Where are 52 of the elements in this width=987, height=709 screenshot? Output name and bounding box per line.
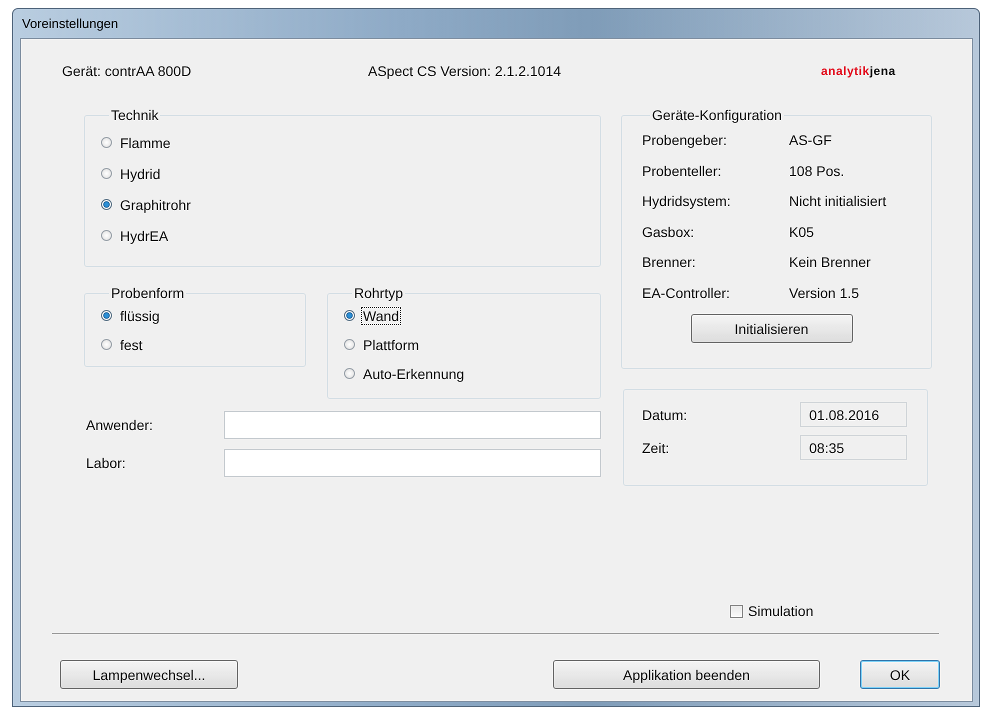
config-value: AS-GF <box>789 132 832 148</box>
field-label: Anwender: <box>85 417 154 433</box>
config-value: Nicht initialisiert <box>789 193 886 210</box>
radio-option[interactable]: Flamme <box>101 127 584 158</box>
logo: analytikjena <box>821 64 896 78</box>
window-title: Voreinstellungen <box>21 16 118 31</box>
input-field[interactable] <box>224 411 601 439</box>
config-value: Version 1.5 <box>789 284 860 301</box>
radio-button[interactable] <box>101 199 112 210</box>
config-label: Probengeber: <box>642 132 728 148</box>
radio-button[interactable] <box>101 310 112 321</box>
version-label: ASpect CS Version: 2.1.2.1014 <box>368 63 562 79</box>
device-label: Gerät: contrAA 800D <box>62 63 192 79</box>
config-value: K05 <box>789 224 814 240</box>
group-title: Rohrtyp <box>353 285 404 301</box>
radio-button[interactable] <box>344 339 355 350</box>
radio-button[interactable] <box>101 230 112 241</box>
radio-option[interactable]: HydrEA <box>101 220 584 251</box>
dialog-button[interactable]: Applikation beenden <box>553 660 820 689</box>
radio-option[interactable]: fest <box>101 330 289 359</box>
radio-button[interactable] <box>101 168 112 179</box>
radio-option[interactable]: Plattform <box>344 330 584 359</box>
input-field[interactable] <box>224 449 601 477</box>
group-title: Technik <box>110 107 160 123</box>
initialize-button[interactable]: Initialisieren <box>690 314 852 343</box>
radio-button[interactable] <box>344 368 355 379</box>
field-label: Datum: <box>642 406 688 422</box>
radio-button[interactable] <box>101 137 112 148</box>
readonly-field: 08:35 <box>800 435 907 460</box>
config-value: 108 Pos. <box>789 162 844 179</box>
config-label: Probenteller: <box>642 162 722 179</box>
simulation-checkbox[interactable]: Simulation <box>730 603 972 619</box>
config-label: Gasbox: <box>642 224 696 240</box>
radio-option[interactable]: Auto-Erkennung <box>344 359 584 388</box>
group-title: Geräte-Konfiguration <box>651 107 783 123</box>
radio-option[interactable]: Graphitrohr <box>101 189 584 220</box>
radio-option[interactable]: Wand <box>344 301 584 330</box>
radio-button[interactable] <box>101 339 112 350</box>
dialog-button[interactable]: OK <box>860 660 940 689</box>
config-value: Kein Brenner <box>789 254 871 270</box>
group-title: Probenform <box>110 285 186 301</box>
config-label: Brenner: <box>642 254 697 270</box>
readonly-field: 01.08.2016 <box>800 402 907 427</box>
radio-button[interactable] <box>344 310 355 321</box>
config-label: EA-Controller: <box>642 284 731 301</box>
dialog-button[interactable]: Lampenwechsel... <box>60 660 238 689</box>
field-label: Labor: <box>85 455 127 471</box>
radio-option[interactable]: Hydrid <box>101 158 584 189</box>
radio-option[interactable]: flüssig <box>101 301 289 330</box>
checkbox[interactable] <box>730 604 743 618</box>
config-label: Hydridsystem: <box>642 193 732 210</box>
field-label: Zeit: <box>642 440 670 456</box>
